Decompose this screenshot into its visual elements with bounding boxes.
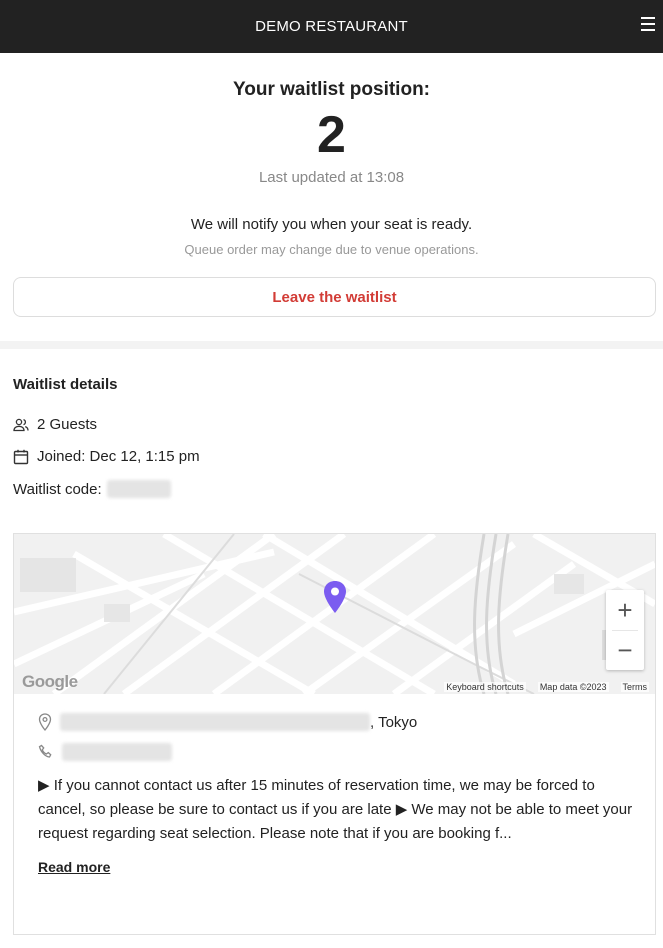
queue-note: Queue order may change due to venue oper…: [184, 242, 479, 257]
address-row: , Tokyo: [38, 713, 417, 731]
section-divider: [0, 341, 663, 349]
restaurant-name: DEMO RESTAURANT: [255, 18, 408, 35]
waitlist-position-label: Your waitlist position:: [232, 79, 431, 100]
waitlist-code-row: Waitlist code:: [13, 480, 171, 498]
google-logo: Google: [22, 672, 78, 691]
guests-row: 2 Guests: [13, 416, 97, 433]
guests-icon: [13, 418, 29, 431]
map-footer: Keyboard shortcuts Map data ©2023 Terms: [444, 682, 649, 692]
zoom-separator: [612, 630, 638, 631]
zoom-out-button[interactable]: −: [606, 630, 644, 670]
waitlist-details-title: Waitlist details: [13, 376, 118, 393]
joined-row: Joined: Dec 12, 1:15 pm: [13, 448, 200, 465]
waitlist-code-redacted: [106, 480, 171, 498]
last-updated-text: Last updated at 13:08: [258, 169, 405, 186]
venue-description: ▶ If you cannot contact us after 15 minu…: [38, 777, 633, 842]
hamburger-icon[interactable]: [641, 17, 655, 31]
location-pin-icon: [38, 713, 52, 731]
app-header: DEMO RESTAURANT: [0, 0, 663, 53]
joined-time: Joined: Dec 12, 1:15 pm: [37, 448, 200, 465]
phone-row: [38, 743, 172, 761]
read-more-link[interactable]: Read more: [38, 859, 110, 875]
venue-card: Google + − Keyboard shortcuts Map data ©…: [13, 533, 656, 935]
map-data-attribution: Map data ©2023: [537, 682, 609, 692]
notify-text: We will notify you when your seat is rea…: [190, 216, 473, 233]
phone-icon: [38, 744, 52, 758]
waitlist-position-number: 2: [317, 106, 346, 164]
calendar-icon: [13, 449, 29, 464]
zoom-in-button[interactable]: +: [606, 590, 644, 630]
map-pin-icon[interactable]: [322, 580, 348, 614]
guests-count: 2 Guests: [37, 416, 98, 433]
terms-link[interactable]: Terms: [620, 682, 649, 692]
map-streets: [14, 534, 655, 694]
leave-waitlist-button[interactable]: Leave the waitlist: [13, 277, 656, 317]
zoom-controls: + −: [606, 590, 644, 670]
address-redacted: [60, 713, 370, 731]
waitlist-code-label: Waitlist code:: [13, 480, 102, 498]
phone-redacted: [62, 743, 172, 761]
keyboard-shortcuts-link[interactable]: Keyboard shortcuts: [444, 682, 526, 692]
address-city: , Tokyo: [370, 713, 418, 731]
venue-map[interactable]: Google + − Keyboard shortcuts Map data ©…: [14, 534, 655, 694]
